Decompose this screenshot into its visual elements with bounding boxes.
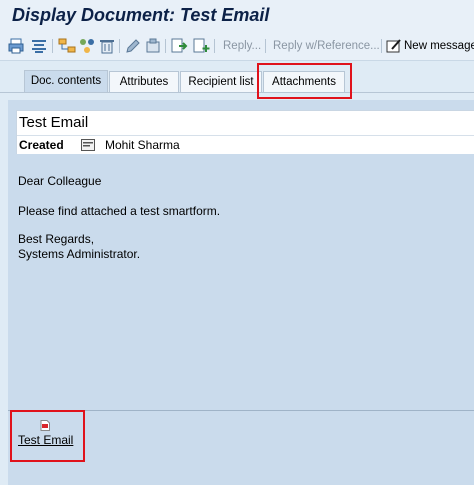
document-subject: Test Email	[19, 114, 89, 131]
edit-pencil-icon[interactable]	[124, 37, 142, 55]
created-label: Created	[19, 138, 64, 152]
tab-attributes[interactable]: Attributes	[109, 71, 179, 92]
toolbar-separator	[52, 39, 53, 53]
toolbar-separator	[119, 39, 120, 53]
distribution-icon[interactable]	[78, 37, 96, 55]
reply-button[interactable]: Reply...	[223, 40, 261, 52]
print-icon[interactable]	[8, 37, 26, 55]
created-row: Created Mohit Sharma	[17, 135, 474, 154]
toolbar-separator	[165, 39, 166, 53]
body-line: Dear Colleague	[18, 174, 102, 188]
body-line: Systems Administrator.	[18, 247, 141, 261]
body-line: Please find attached a test smartform.	[18, 204, 221, 218]
header-box: Test Email Created Mohit Sharma	[16, 110, 474, 154]
toolbar-separator	[381, 39, 382, 53]
creator-name[interactable]: Mohit Sharma	[105, 138, 180, 152]
tab-strip: Doc. contents Attributes Recipient list …	[0, 62, 474, 94]
delete-trash-icon[interactable]	[98, 37, 116, 55]
attachment-highlight	[10, 410, 85, 462]
tab-recipient-list[interactable]: Recipient list	[180, 71, 262, 92]
reply-with-reference-button[interactable]: Reply w/Reference...	[273, 40, 380, 52]
new-message-icon	[386, 39, 401, 53]
toolbar: Reply... Reply w/Reference... New messag…	[0, 32, 474, 61]
tab-strip-divider	[0, 92, 474, 93]
forward-icon[interactable]	[170, 37, 188, 55]
toolbar-separator	[214, 39, 215, 53]
new-document-icon[interactable]	[192, 37, 210, 55]
attachments-tab-highlight	[257, 63, 352, 99]
resubmit-icon[interactable]	[144, 37, 162, 55]
document-tree-icon[interactable]	[58, 37, 76, 55]
print-options-icon[interactable]	[30, 37, 48, 55]
new-message-button[interactable]: New message	[404, 40, 474, 52]
tab-doc-contents[interactable]: Doc. contents	[24, 70, 108, 93]
title-bar: Display Document: Test Email	[0, 0, 474, 32]
user-card-icon	[81, 139, 95, 151]
window-title: Display Document: Test Email	[12, 5, 270, 25]
toolbar-separator	[265, 39, 266, 53]
body-line: Best Regards,	[18, 232, 95, 246]
